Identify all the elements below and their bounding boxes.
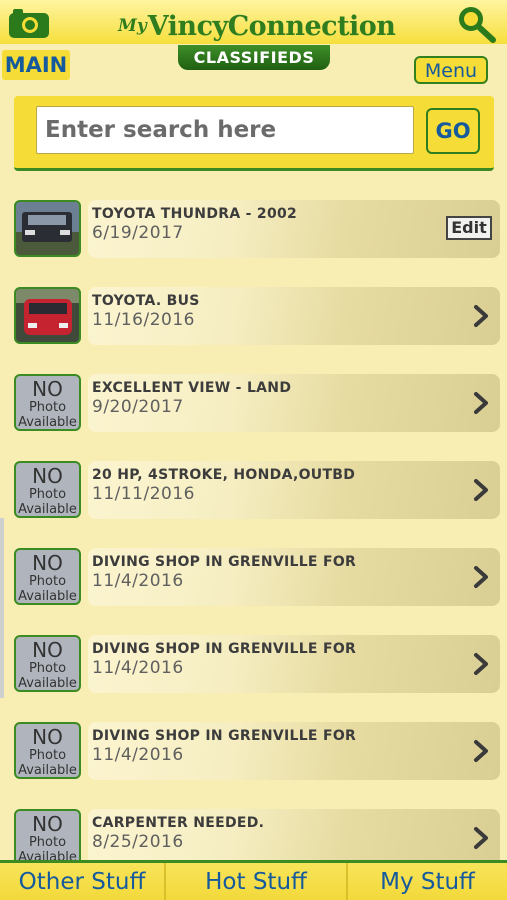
nav-hot-stuff[interactable]: Hot Stuff	[164, 863, 346, 900]
listing-date: 8/25/2016	[92, 832, 184, 852]
listing-card[interactable]: TOYOTA THUNDRA - 2002 6/19/2017 Edit	[88, 200, 500, 258]
no-photo-line2: Photo	[28, 835, 67, 850]
no-photo-placeholder: NO Photo Available	[14, 722, 81, 779]
listing-date: 11/16/2016	[92, 310, 195, 330]
listing-date: 11/11/2016	[92, 484, 195, 504]
no-photo-line1: NO	[32, 464, 63, 488]
logo-my: My	[118, 16, 147, 36]
listing-photo	[14, 287, 81, 344]
chevron-right-icon[interactable]	[472, 478, 490, 502]
no-photo-line1: NO	[32, 377, 63, 401]
listing-card[interactable]: DIVING SHOP IN GRENVILLE FOR 11/4/2016	[88, 722, 500, 780]
app-logo: My VincyConnection	[118, 2, 396, 42]
listing-title: CARPENTER NEEDED.	[92, 815, 265, 831]
app-header: My VincyConnection	[0, 0, 507, 44]
listing-title: TOYOTA. BUS	[92, 293, 200, 309]
no-photo-line2: Photo	[28, 661, 67, 676]
listing-date: 11/4/2016	[92, 658, 184, 678]
no-photo-placeholder: NO Photo Available	[14, 635, 81, 692]
listing-card[interactable]: DIVING SHOP IN GRENVILLE FOR 11/4/2016	[88, 548, 500, 606]
section-title: CLASSIFIEDS	[178, 45, 330, 70]
no-photo-line1: NO	[32, 551, 63, 575]
chevron-right-icon[interactable]	[472, 304, 490, 328]
no-photo-line3: Available	[18, 502, 77, 517]
listing-date: 6/19/2017	[92, 223, 184, 243]
list-item[interactable]: NO Photo Available DIVING SHOP IN GRENVI…	[14, 635, 500, 693]
chevron-right-icon[interactable]	[472, 652, 490, 676]
search-input[interactable]	[36, 106, 414, 154]
listing-title: 20 HP, 4STROKE, HONDA,OUTBD	[92, 467, 356, 483]
chevron-right-icon[interactable]	[472, 826, 490, 850]
listing-title: DIVING SHOP IN GRENVILLE FOR	[92, 554, 357, 570]
menu-button[interactable]: Menu	[414, 56, 488, 84]
listing-card[interactable]: CARPENTER NEEDED. 8/25/2016	[88, 809, 500, 867]
no-photo-placeholder: NO Photo Available	[14, 461, 81, 518]
no-photo-placeholder: NO Photo Available	[14, 374, 81, 431]
no-photo-line3: Available	[18, 415, 77, 430]
list-item[interactable]: NO Photo Available DIVING SHOP IN GRENVI…	[14, 722, 500, 780]
listing-date: 11/4/2016	[92, 745, 184, 765]
no-photo-placeholder: NO Photo Available	[14, 809, 81, 866]
chevron-right-icon[interactable]	[472, 391, 490, 415]
no-photo-placeholder: NO Photo Available	[14, 548, 81, 605]
listing-title: DIVING SHOP IN GRENVILLE FOR	[92, 641, 357, 657]
listing-card[interactable]: DIVING SHOP IN GRENVILLE FOR 11/4/2016	[88, 635, 500, 693]
camera-icon[interactable]	[8, 7, 50, 39]
list-item[interactable]: TOYOTA. BUS 11/16/2016	[14, 287, 500, 345]
no-photo-line3: Available	[18, 589, 77, 604]
no-photo-line2: Photo	[28, 748, 67, 763]
listing-title: TOYOTA THUNDRA - 2002	[92, 206, 298, 222]
edit-button[interactable]: Edit	[446, 216, 492, 240]
nav-other-stuff[interactable]: Other Stuff	[0, 863, 164, 900]
list-item[interactable]: NO Photo Available DIVING SHOP IN GRENVI…	[14, 548, 500, 606]
listing-card[interactable]: 20 HP, 4STROKE, HONDA,OUTBD 11/11/2016	[88, 461, 500, 519]
tab-main[interactable]: MAIN	[2, 50, 70, 80]
list-item[interactable]: TOYOTA THUNDRA - 2002 6/19/2017 Edit	[14, 200, 500, 258]
chevron-right-icon[interactable]	[472, 565, 490, 589]
listing-title: EXCELLENT VIEW - LAND	[92, 380, 292, 396]
listing-title: DIVING SHOP IN GRENVILLE FOR	[92, 728, 357, 744]
listing-card[interactable]: TOYOTA. BUS 11/16/2016	[88, 287, 500, 345]
no-photo-line2: Photo	[28, 487, 67, 502]
listing-photo	[14, 200, 81, 257]
chevron-right-icon[interactable]	[472, 739, 490, 763]
no-photo-line1: NO	[32, 812, 63, 836]
list-item[interactable]: NO Photo Available EXCELLENT VIEW - LAND…	[14, 374, 500, 432]
go-button[interactable]: GO	[426, 108, 480, 154]
bottom-nav: Other Stuff Hot Stuff My Stuff	[0, 860, 507, 900]
scroll-handle[interactable]	[0, 518, 4, 698]
no-photo-line2: Photo	[28, 400, 67, 415]
no-photo-line3: Available	[18, 763, 77, 778]
listing-card[interactable]: EXCELLENT VIEW - LAND 9/20/2017	[88, 374, 500, 432]
list-item[interactable]: NO Photo Available CARPENTER NEEDED. 8/2…	[14, 809, 500, 867]
nav-my-stuff[interactable]: My Stuff	[346, 863, 507, 900]
no-photo-line1: NO	[32, 725, 63, 749]
list-item[interactable]: NO Photo Available 20 HP, 4STROKE, HONDA…	[14, 461, 500, 519]
no-photo-line3: Available	[18, 676, 77, 691]
logo-name: VincyConnection	[147, 11, 396, 42]
no-photo-line1: NO	[32, 638, 63, 662]
search-icon[interactable]	[454, 3, 498, 43]
no-photo-line2: Photo	[28, 574, 67, 589]
search-panel: GO	[14, 96, 494, 171]
listing-date: 9/20/2017	[92, 397, 184, 417]
listing-date: 11/4/2016	[92, 571, 184, 591]
